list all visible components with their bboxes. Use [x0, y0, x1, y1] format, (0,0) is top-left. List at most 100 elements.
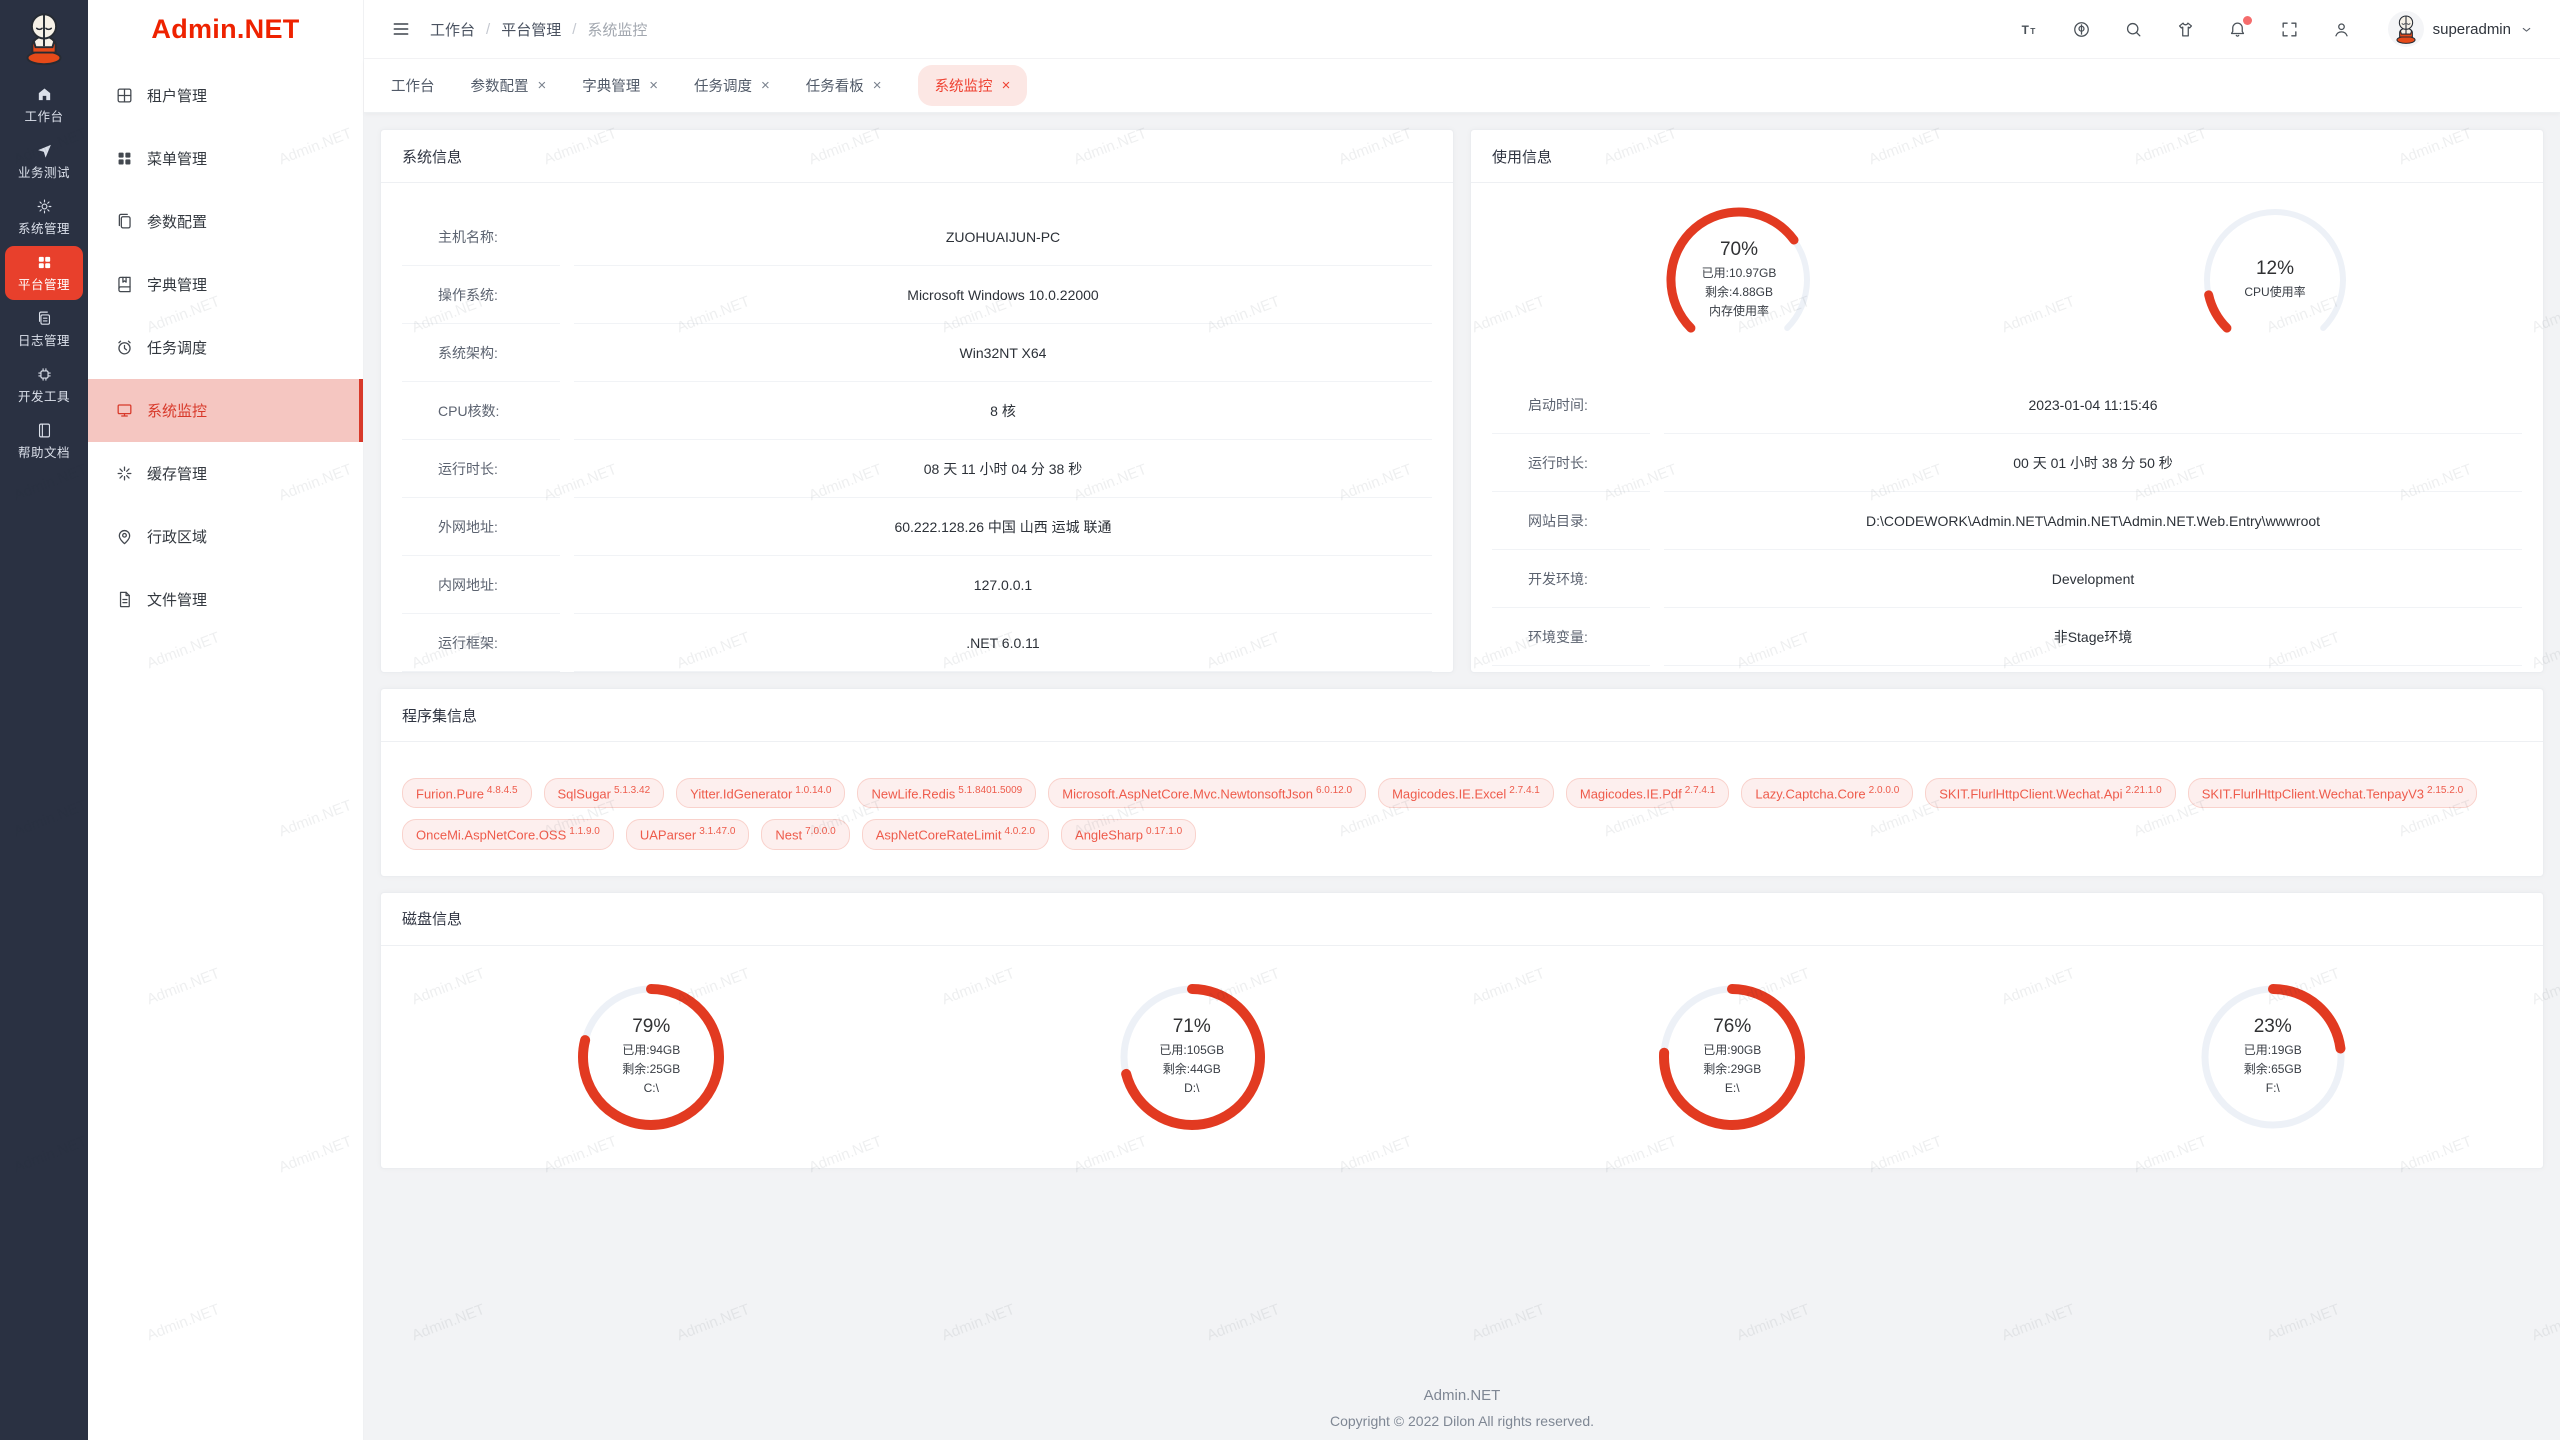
disk-gauges: 79%已用:94GB剩余:25GBC:\ 71%已用:105GB剩余:44GBD:…	[381, 946, 2543, 1168]
info-row: 操作系统:Microsoft Windows 10.0.22000	[402, 266, 1432, 324]
breadcrumb-item[interactable]: 平台管理	[501, 19, 561, 40]
row-value: 00 天 01 小时 38 分 50 秒	[1664, 434, 2522, 492]
book-icon	[36, 422, 53, 439]
row-value: ZUOHUAIJUN-PC	[574, 208, 1432, 266]
tab-任务调度[interactable]: 任务调度×	[694, 75, 770, 96]
sidebar-item-label: 菜单管理	[147, 148, 207, 169]
sidebar-item-label: 租户管理	[147, 85, 207, 106]
collapse-menu-icon[interactable]	[391, 19, 411, 39]
close-icon[interactable]: ×	[1002, 78, 1011, 93]
breadcrumb-item[interactable]: 工作台	[430, 19, 475, 40]
footer-title: Admin.NET	[380, 1387, 2544, 1404]
gauge-percent: 76%	[1713, 1016, 1751, 1038]
close-icon[interactable]: ×	[649, 78, 658, 93]
chevron-down-icon	[2520, 23, 2533, 36]
assembly-tag: SqlSugar5.1.3.42	[544, 778, 665, 808]
assembly-tag: Microsoft.AspNetCore.Mvc.NewtonsoftJson6…	[1048, 778, 1366, 808]
rail-item-logs[interactable]: 日志管理	[5, 302, 83, 356]
tab-任务看板[interactable]: 任务看板×	[806, 75, 882, 96]
sidebar-item-label: 文件管理	[147, 589, 207, 610]
row-value: Microsoft Windows 10.0.22000	[574, 266, 1432, 324]
monitor-icon	[115, 401, 134, 420]
assembly-name: UAParser	[640, 828, 696, 843]
sidebar-item-tenant[interactable]: 租户管理	[88, 64, 363, 127]
rail-item-gear[interactable]: 系统管理	[5, 190, 83, 244]
assembly-version: 3.1.47.0	[699, 826, 735, 837]
rail-item-label: 帮助文档	[18, 442, 70, 461]
notification-badge	[2243, 16, 2252, 25]
sidebar-item-file[interactable]: 文件管理	[88, 568, 363, 631]
tab-工作台[interactable]: 工作台	[391, 75, 435, 96]
card-title: 磁盘信息	[381, 893, 2543, 946]
tab-系统监控[interactable]: 系统监控×	[918, 65, 1028, 106]
sidebar-item-cache[interactable]: 缓存管理	[88, 442, 363, 505]
user-name: superadmin	[2433, 21, 2511, 38]
tabs-bar: 工作台 参数配置× 字典管理× 任务调度× 任务看板× 系统监控×	[364, 59, 2560, 113]
search-icon[interactable]	[2124, 20, 2143, 39]
sidebar-item-params[interactable]: 参数配置	[88, 190, 363, 253]
language-icon[interactable]	[2072, 20, 2091, 39]
tab-字典管理[interactable]: 字典管理×	[582, 75, 658, 96]
gauge-line: 已用:90GB	[1703, 1041, 1761, 1060]
gauge-slot: 12%CPU使用率	[2007, 194, 2543, 366]
assembly-name: Microsoft.AspNetCore.Mvc.NewtonsoftJson	[1062, 786, 1313, 801]
assembly-version: 5.1.8401.5009	[958, 785, 1022, 796]
gauge-line: CPU使用率	[2244, 283, 2305, 302]
menu-icon	[115, 149, 134, 168]
footer-copyright: Copyright © 2022 Dilon All rights reserv…	[380, 1413, 2544, 1429]
tab-参数配置[interactable]: 参数配置×	[471, 75, 547, 96]
sidebar-item-pin[interactable]: 行政区域	[88, 505, 363, 568]
fullscreen-icon[interactable]	[2280, 20, 2299, 39]
rail-item-home[interactable]: 工作台	[5, 78, 83, 132]
system-info-card: 系统信息 主机名称:ZUOHUAIJUN-PC操作系统:Microsoft Wi…	[380, 129, 1454, 673]
gauge-center-text: 23%已用:19GB剩余:65GBF:\	[2187, 971, 2359, 1143]
sidebar-item-clock[interactable]: 任务调度	[88, 316, 363, 379]
gauge-line: 剩余:44GB	[1163, 1060, 1221, 1079]
rail-item-label: 日志管理	[18, 330, 70, 349]
sidebar-item-menu[interactable]: 菜单管理	[88, 127, 363, 190]
notifications-icon[interactable]	[2228, 20, 2247, 39]
assembly-tag: Furion.Pure4.8.4.5	[402, 778, 532, 808]
gauge-line: E:\	[1725, 1079, 1740, 1098]
close-icon[interactable]: ×	[873, 78, 882, 93]
close-icon[interactable]: ×	[761, 78, 770, 93]
rail-item-book[interactable]: 帮助文档	[5, 414, 83, 468]
app-logo[interactable]	[0, 0, 88, 76]
rail-item-send[interactable]: 业务测试	[5, 134, 83, 188]
user-menu[interactable]: superadmin	[2388, 11, 2533, 47]
profile-icon[interactable]	[2332, 20, 2351, 39]
card-title: 程序集信息	[381, 689, 2543, 742]
close-icon[interactable]: ×	[538, 78, 547, 93]
mascot-illustration	[13, 7, 75, 69]
theme-icon[interactable]	[2176, 20, 2195, 39]
gauge-center-text: 71%已用:105GB剩余:44GBD:\	[1106, 971, 1278, 1143]
row-value: 非Stage环境	[1664, 608, 2522, 666]
gauge-line: 已用:19GB	[2244, 1041, 2302, 1060]
rail-item-grid[interactable]: 平台管理	[5, 246, 83, 300]
sidebar-item-dict[interactable]: 字典管理	[88, 253, 363, 316]
gauge: 76%已用:90GB剩余:29GBE:\	[1646, 971, 1818, 1143]
assembly-name: AspNetCoreRateLimit	[876, 828, 1002, 843]
row-label: 操作系统:	[402, 266, 560, 324]
assembly-name: SKIT.FlurlHttpClient.Wechat.Api	[1939, 786, 2122, 801]
chip-icon	[36, 366, 53, 383]
assembly-name: Furion.Pure	[416, 786, 484, 801]
gauge-center-text: 79%已用:94GB剩余:25GBC:\	[565, 971, 737, 1143]
row-label: 运行时长:	[402, 440, 560, 498]
rail-item-chip[interactable]: 开发工具	[5, 358, 83, 412]
system-info-rows: 主机名称:ZUOHUAIJUN-PC操作系统:Microsoft Windows…	[381, 183, 1453, 672]
assembly-version: 6.0.12.0	[1316, 785, 1352, 796]
font-size-icon[interactable]: TT	[2020, 20, 2039, 39]
assembly-version: 2.0.0.0	[1869, 785, 1900, 796]
navbar-right: TT	[2020, 11, 2533, 47]
gauge-percent: 23%	[2254, 1016, 2292, 1038]
card-title: 使用信息	[1471, 130, 2543, 183]
top-navbar: 工作台/平台管理/系统监控 TT	[364, 0, 2560, 59]
row-value: 2023-01-04 11:15:46	[1664, 376, 2522, 434]
gauge-line: 内存使用率	[1709, 302, 1769, 321]
row-value: 8 核	[574, 382, 1432, 440]
sidebar-item-monitor[interactable]: 系统监控	[88, 379, 363, 442]
sidebar-item-label: 任务调度	[147, 337, 207, 358]
gauge-slot: 23%已用:19GB剩余:65GBF:\	[2003, 971, 2544, 1143]
assembly-name: Magicodes.IE.Excel	[1392, 786, 1506, 801]
